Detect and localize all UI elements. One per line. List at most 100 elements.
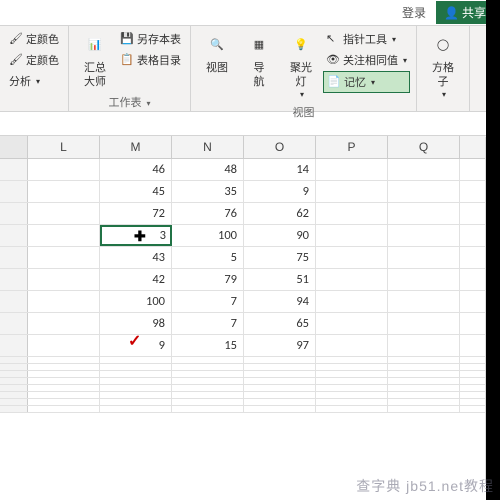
pointer-icon: ↖ <box>326 32 340 46</box>
cell[interactable] <box>316 159 388 180</box>
cell[interactable] <box>316 335 388 356</box>
cell[interactable]: 43 <box>100 247 172 268</box>
cell[interactable] <box>28 335 100 356</box>
cell[interactable]: 7 <box>172 313 244 334</box>
group-fgz: ◯方格 子▾ <box>417 26 470 111</box>
cell[interactable]: 15 <box>172 335 244 356</box>
cell[interactable] <box>388 291 460 312</box>
row-header[interactable] <box>0 313 28 334</box>
cell[interactable]: 45 <box>100 181 172 202</box>
cell[interactable] <box>28 291 100 312</box>
titlebar: 登录 👤 共享 <box>0 0 500 26</box>
btn-pointer-tool[interactable]: ↖指针工具▾ <box>323 29 410 49</box>
row-header[interactable] <box>0 225 28 246</box>
cell[interactable] <box>388 181 460 202</box>
cell[interactable]: 100 <box>100 291 172 312</box>
btn-analyze[interactable]: 分析▾ <box>6 71 43 91</box>
cell[interactable]: 14 <box>244 159 316 180</box>
cell[interactable]: 94 <box>244 291 316 312</box>
cell[interactable] <box>28 247 100 268</box>
cell[interactable]: 9 <box>100 335 172 356</box>
col-header[interactable]: P <box>316 136 388 158</box>
cell[interactable] <box>388 247 460 268</box>
cell[interactable]: 62 <box>244 203 316 224</box>
btn-same-value[interactable]: 👁关注相同值▾ <box>323 50 410 70</box>
table-row: 100794 <box>0 291 500 313</box>
cell[interactable]: 79 <box>172 269 244 290</box>
col-header[interactable]: N <box>172 136 244 158</box>
cell[interactable]: 65 <box>244 313 316 334</box>
summary-icon: 📊 <box>81 31 109 59</box>
cell[interactable]: 76 <box>172 203 244 224</box>
circle-icon: ◯ <box>429 31 457 59</box>
btn-fgz[interactable]: ◯方格 子▾ <box>423 29 463 102</box>
cell[interactable]: 90 <box>244 225 316 246</box>
row-header[interactable] <box>0 181 28 202</box>
cell[interactable]: 72 <box>100 203 172 224</box>
cell[interactable] <box>28 269 100 290</box>
cell[interactable]: 51 <box>244 269 316 290</box>
row-header[interactable] <box>0 203 28 224</box>
window-edge <box>486 0 500 500</box>
cell[interactable] <box>28 159 100 180</box>
group-label <box>6 104 62 108</box>
cell[interactable]: 48 <box>172 159 244 180</box>
cell[interactable]: 100 <box>172 225 244 246</box>
col-header[interactable] <box>0 136 28 158</box>
row-header[interactable] <box>0 335 28 356</box>
cell[interactable] <box>316 181 388 202</box>
cell[interactable] <box>316 291 388 312</box>
cell[interactable]: 3✚ <box>100 225 172 246</box>
group-view-label: 视图 <box>197 102 410 122</box>
btn-nav[interactable]: ▦导 航 <box>239 29 279 92</box>
col-header[interactable]: M <box>100 136 172 158</box>
cell[interactable]: 97 <box>244 335 316 356</box>
cursor-cross-icon: ✚ <box>134 228 146 245</box>
btn-set-color-1[interactable]: 🖌定颜色 <box>6 29 62 49</box>
cell[interactable]: 75 <box>244 247 316 268</box>
cell[interactable]: 35 <box>172 181 244 202</box>
cell[interactable] <box>316 203 388 224</box>
row-header[interactable] <box>0 291 28 312</box>
cell[interactable] <box>28 181 100 202</box>
table-row: 45359 <box>0 181 500 203</box>
col-header[interactable]: Q <box>388 136 460 158</box>
btn-set-color-2[interactable]: 🖌定颜色 <box>6 50 62 70</box>
cell[interactable]: 42 <box>100 269 172 290</box>
cell[interactable] <box>388 313 460 334</box>
row-header[interactable] <box>0 269 28 290</box>
btn-view[interactable]: 🔍视图 <box>197 29 237 77</box>
cell[interactable] <box>28 313 100 334</box>
paint-icon: 🖌 <box>9 53 23 67</box>
cell[interactable] <box>28 203 100 224</box>
cell[interactable] <box>388 335 460 356</box>
btn-save-as-sheet[interactable]: 💾另存本表 <box>117 29 184 49</box>
btn-memory[interactable]: 📄记忆▾ <box>323 71 410 93</box>
btn-summary-master[interactable]: 📊 汇总 大师 <box>75 29 115 92</box>
cell[interactable] <box>388 225 460 246</box>
cell[interactable] <box>316 269 388 290</box>
group-worksheet: 📊 汇总 大师 💾另存本表 📋表格目录 工作表 ▾ <box>69 26 191 111</box>
table-row: 3✚10090 <box>0 225 500 247</box>
row-header[interactable] <box>0 159 28 180</box>
col-header[interactable]: L <box>28 136 100 158</box>
cell[interactable]: 9 <box>244 181 316 202</box>
cell[interactable] <box>316 313 388 334</box>
cell[interactable] <box>388 203 460 224</box>
btn-spotlight[interactable]: 💡聚光 灯▾ <box>281 29 321 102</box>
login-link[interactable]: 登录 <box>402 4 426 21</box>
cell[interactable]: 5 <box>172 247 244 268</box>
share-label: 共享 <box>462 4 486 21</box>
cell[interactable] <box>28 225 100 246</box>
cell[interactable] <box>388 269 460 290</box>
ribbon: 🖌定颜色 🖌定颜色 分析▾ 📊 汇总 大师 💾另存本表 📋表格目录 工作表 ▾ … <box>0 26 500 112</box>
col-header[interactable]: O <box>244 136 316 158</box>
btn-table-toc[interactable]: 📋表格目录 <box>117 50 184 70</box>
cell[interactable] <box>316 247 388 268</box>
cell[interactable] <box>316 225 388 246</box>
cell[interactable]: 7 <box>172 291 244 312</box>
cell[interactable]: 46 <box>100 159 172 180</box>
cell[interactable]: 98 <box>100 313 172 334</box>
cell[interactable] <box>388 159 460 180</box>
row-header[interactable] <box>0 247 28 268</box>
